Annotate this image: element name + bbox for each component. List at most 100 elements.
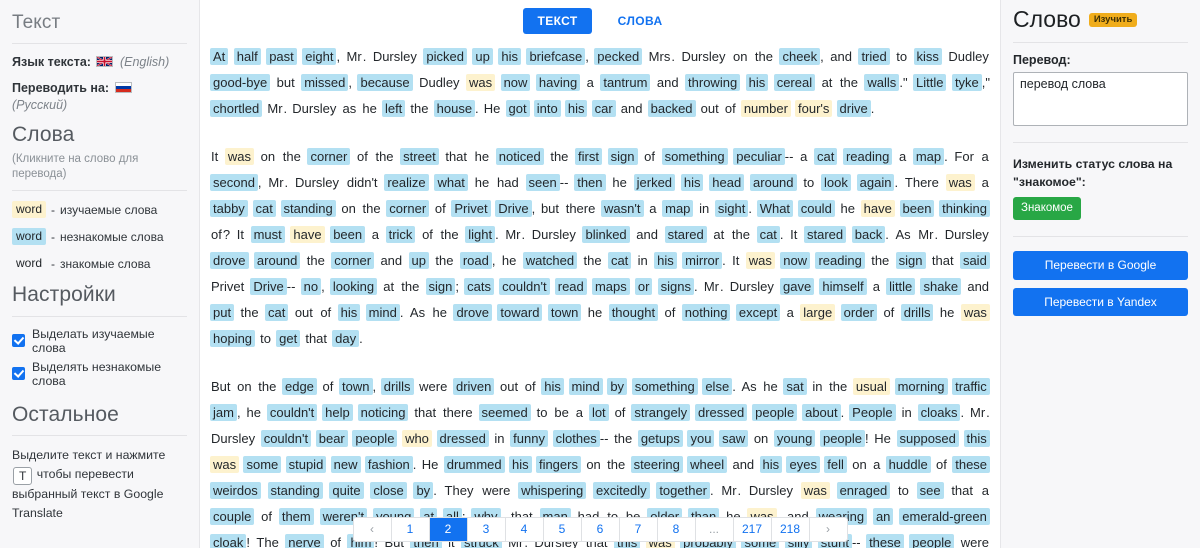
word-token[interactable]: tried <box>858 48 890 66</box>
word-token[interactable]: get <box>276 330 301 348</box>
word-token[interactable]: the <box>549 148 569 165</box>
word-token[interactable]: cat <box>813 148 838 166</box>
word-token[interactable]: pecked <box>594 48 643 66</box>
word-token[interactable]: about <box>802 404 841 422</box>
word-token[interactable]: edge <box>281 378 317 396</box>
word-token[interactable]: stared <box>804 226 847 244</box>
word-token[interactable]: be <box>553 404 569 421</box>
word-token[interactable]: couldn't <box>499 278 550 296</box>
word-token[interactable]: out <box>700 100 720 117</box>
word-token[interactable]: sign <box>425 278 456 296</box>
word-token[interactable]: close <box>370 482 407 500</box>
word-token[interactable]: that <box>304 330 328 347</box>
word-token[interactable]: had <box>496 174 520 191</box>
word-token[interactable]: drove <box>453 304 492 322</box>
pagination-page-6[interactable]: 6 <box>581 518 619 541</box>
word-token[interactable]: quite <box>329 482 364 500</box>
word-token[interactable]: out <box>294 304 314 321</box>
word-token[interactable]: he <box>939 304 955 321</box>
word-token[interactable]: couldn't <box>266 404 318 422</box>
word-token[interactable]: Mr <box>504 226 521 243</box>
word-token[interactable]: shake <box>920 278 962 296</box>
word-token[interactable]: kiss <box>913 48 942 66</box>
word-token[interactable]: the <box>606 456 626 473</box>
word-token[interactable]: now <box>780 252 811 270</box>
word-token[interactable]: have <box>290 226 325 244</box>
word-token[interactable]: he <box>474 148 490 165</box>
word-token[interactable]: at <box>821 74 834 91</box>
word-token[interactable]: by <box>607 378 628 396</box>
word-token[interactable]: been <box>899 200 935 218</box>
tab-words[interactable]: СЛОВА <box>604 8 677 34</box>
pagination-page-7[interactable]: 7 <box>619 518 657 541</box>
word-token[interactable]: of <box>210 226 223 243</box>
word-token[interactable]: cheek <box>779 48 821 66</box>
word-token[interactable]: tantrum <box>600 74 651 92</box>
word-token[interactable]: wasn't <box>601 200 644 218</box>
word-token[interactable]: this <box>963 430 990 448</box>
word-token[interactable]: Mr <box>266 100 283 117</box>
word-token[interactable]: noticing <box>357 404 409 422</box>
word-token[interactable]: was <box>960 304 990 322</box>
word-token[interactable]: jam <box>210 404 237 422</box>
word-token[interactable]: Dursley <box>944 226 990 243</box>
word-token[interactable]: or <box>634 278 653 296</box>
word-token[interactable]: a <box>799 148 808 165</box>
word-token[interactable]: Mr <box>720 482 737 499</box>
word-token[interactable]: As <box>409 304 426 321</box>
word-token[interactable]: were <box>481 482 511 499</box>
word-token[interactable]: good-bye <box>210 74 271 92</box>
word-token[interactable]: of <box>356 148 369 165</box>
word-token[interactable]: Dursley <box>680 48 726 65</box>
word-token[interactable]: read <box>554 278 587 296</box>
word-token[interactable]: tyke <box>951 74 982 92</box>
word-token[interactable]: eyes <box>786 456 820 474</box>
word-token[interactable]: corner <box>331 252 375 270</box>
word-token[interactable]: cloaks <box>917 404 961 422</box>
word-token[interactable]: then <box>574 174 606 192</box>
word-token[interactable]: new <box>330 456 361 474</box>
word-token[interactable]: seen <box>525 174 560 192</box>
word-token[interactable]: whispering <box>518 482 587 500</box>
word-token[interactable]: must <box>250 226 285 244</box>
word-token[interactable]: young <box>773 430 816 448</box>
word-token[interactable]: town <box>339 378 373 396</box>
word-token[interactable]: Mr <box>703 278 720 295</box>
word-token[interactable]: map <box>912 148 945 166</box>
word-token[interactable]: As <box>740 378 757 395</box>
word-token[interactable]: the <box>282 148 302 165</box>
word-token[interactable]: his <box>680 174 704 192</box>
word-token[interactable]: sign <box>607 148 638 166</box>
word-token[interactable]: was <box>466 74 496 92</box>
word-token[interactable]: car <box>591 100 616 118</box>
word-token[interactable]: cat <box>756 226 780 244</box>
word-token[interactable]: of <box>322 378 335 395</box>
word-token[interactable]: morning <box>894 378 948 396</box>
word-token[interactable]: fashion <box>364 456 413 474</box>
word-token[interactable]: the <box>306 252 326 269</box>
word-token[interactable]: and <box>635 226 659 243</box>
word-token[interactable]: said <box>959 252 990 270</box>
word-token[interactable]: in <box>811 378 823 395</box>
word-token[interactable]: gave <box>780 278 815 296</box>
word-token[interactable]: Mrs <box>648 48 672 65</box>
word-token[interactable]: of <box>524 378 537 395</box>
word-token[interactable]: and <box>379 252 403 269</box>
word-token[interactable]: mind <box>568 378 603 396</box>
word-token[interactable]: his <box>541 378 564 396</box>
word-token[interactable]: he <box>611 174 627 191</box>
word-token[interactable]: on <box>585 456 601 473</box>
word-token[interactable]: some <box>243 456 282 474</box>
word-token[interactable]: got <box>505 100 530 118</box>
word-token[interactable]: was <box>945 174 975 192</box>
word-token[interactable]: sign <box>895 252 926 270</box>
word-token[interactable]: bear <box>315 430 348 448</box>
word-token[interactable]: was <box>745 252 775 270</box>
word-token[interactable]: Dursley <box>372 48 418 65</box>
word-token[interactable]: drove <box>210 252 249 270</box>
word-token[interactable]: backed <box>647 100 696 118</box>
word-token[interactable]: his <box>759 456 783 474</box>
word-token[interactable]: been <box>330 226 366 244</box>
word-token[interactable]: and <box>620 100 644 117</box>
word-token[interactable]: Privet <box>210 278 245 295</box>
